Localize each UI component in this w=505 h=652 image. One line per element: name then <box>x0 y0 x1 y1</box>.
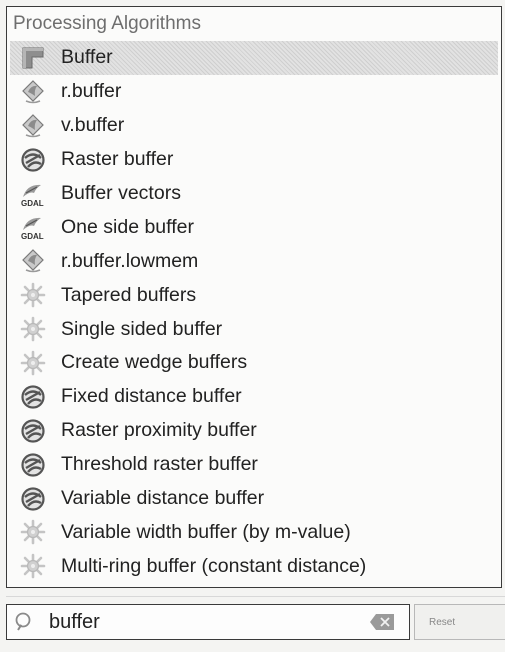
algorithm-label: Threshold raster buffer <box>61 453 258 476</box>
group-header: Processing Algorithms <box>13 13 201 34</box>
algorithm-label: Variable width buffer (by m-value) <box>61 520 351 543</box>
list-item[interactable]: r.buffer <box>7 75 501 109</box>
list-item[interactable]: Buffer <box>10 41 498 75</box>
gear-icon <box>19 315 47 343</box>
algorithm-label: One side buffer <box>61 215 194 238</box>
algorithm-label: r.buffer <box>61 80 122 103</box>
clear-icon[interactable] <box>369 613 395 631</box>
list-item[interactable]: r.buffer.lowmem <box>7 244 501 278</box>
list-item[interactable]: Variable distance buffer <box>7 482 501 516</box>
list-item[interactable]: Raster buffer <box>7 143 501 177</box>
list-item[interactable]: GDAL One side buffer <box>7 210 501 244</box>
gdal-icon: GDAL <box>19 180 47 208</box>
algorithm-label: Single sided buffer <box>61 317 223 340</box>
list-item[interactable]: Variable width buffer (by m-value) <box>7 515 501 549</box>
list-item[interactable]: v.buffer <box>7 109 501 143</box>
grass-icon <box>19 78 47 106</box>
saga-icon <box>19 417 47 445</box>
grass-icon <box>19 247 47 275</box>
algorithm-label: Buffer vectors <box>61 182 181 204</box>
list-item[interactable]: Fixed distance buffer <box>7 380 501 414</box>
gear-icon <box>19 349 47 377</box>
search-bar <box>6 604 410 640</box>
saga-icon <box>19 146 47 174</box>
divider <box>6 596 505 597</box>
list-item[interactable]: Tapered buffers <box>7 278 501 312</box>
algorithm-label: Raster proximity buffer <box>61 419 257 442</box>
algorithm-results-panel: Processing Algorithms Buffer r.buffer v.bu… <box>6 6 502 588</box>
gear-icon <box>19 281 47 309</box>
algorithm-label: Multi-ring buffer (constant distance) <box>61 554 367 577</box>
gear-icon <box>19 518 47 546</box>
saga-icon <box>19 485 47 513</box>
algorithm-label: v.buffer <box>61 114 125 137</box>
list-item[interactable]: Single sided buffer <box>7 312 501 346</box>
algorithm-list: Buffer r.buffer v.buffer Raster buffer GDAL B… <box>7 41 501 583</box>
reset-button[interactable]: Reset <box>414 604 505 640</box>
algorithm-label: Raster buffer <box>61 148 174 171</box>
gdal-icon: GDAL <box>19 213 47 241</box>
gear-icon <box>19 552 47 580</box>
svg-text:GDAL: GDAL <box>21 232 44 241</box>
algorithm-label: Tapered buffers <box>61 283 197 306</box>
grass-icon <box>19 112 47 140</box>
algorithm-label: Fixed distance buffer <box>61 385 242 408</box>
list-item[interactable]: Create wedge buffers <box>7 346 501 380</box>
list-item[interactable]: GDAL Buffer vectors <box>7 177 501 211</box>
list-item[interactable]: Raster proximity buffer <box>7 414 501 448</box>
saga-icon <box>19 383 47 411</box>
search-icon <box>15 612 31 631</box>
saga-icon <box>19 451 47 479</box>
list-item[interactable]: Multi-ring buffer (constant distance) <box>7 549 501 583</box>
algorithm-label: Create wedge buffers <box>61 351 248 374</box>
list-item[interactable]: Threshold raster buffer <box>7 448 501 482</box>
algorithm-label: r.buffer.lowmem <box>61 249 199 272</box>
qgis-buffer-icon <box>19 44 47 72</box>
algorithm-label: Variable distance buffer <box>61 487 265 510</box>
search-input[interactable] <box>49 610 339 634</box>
svg-text:GDAL: GDAL <box>21 199 44 208</box>
algorithm-label: Buffer <box>61 46 113 69</box>
